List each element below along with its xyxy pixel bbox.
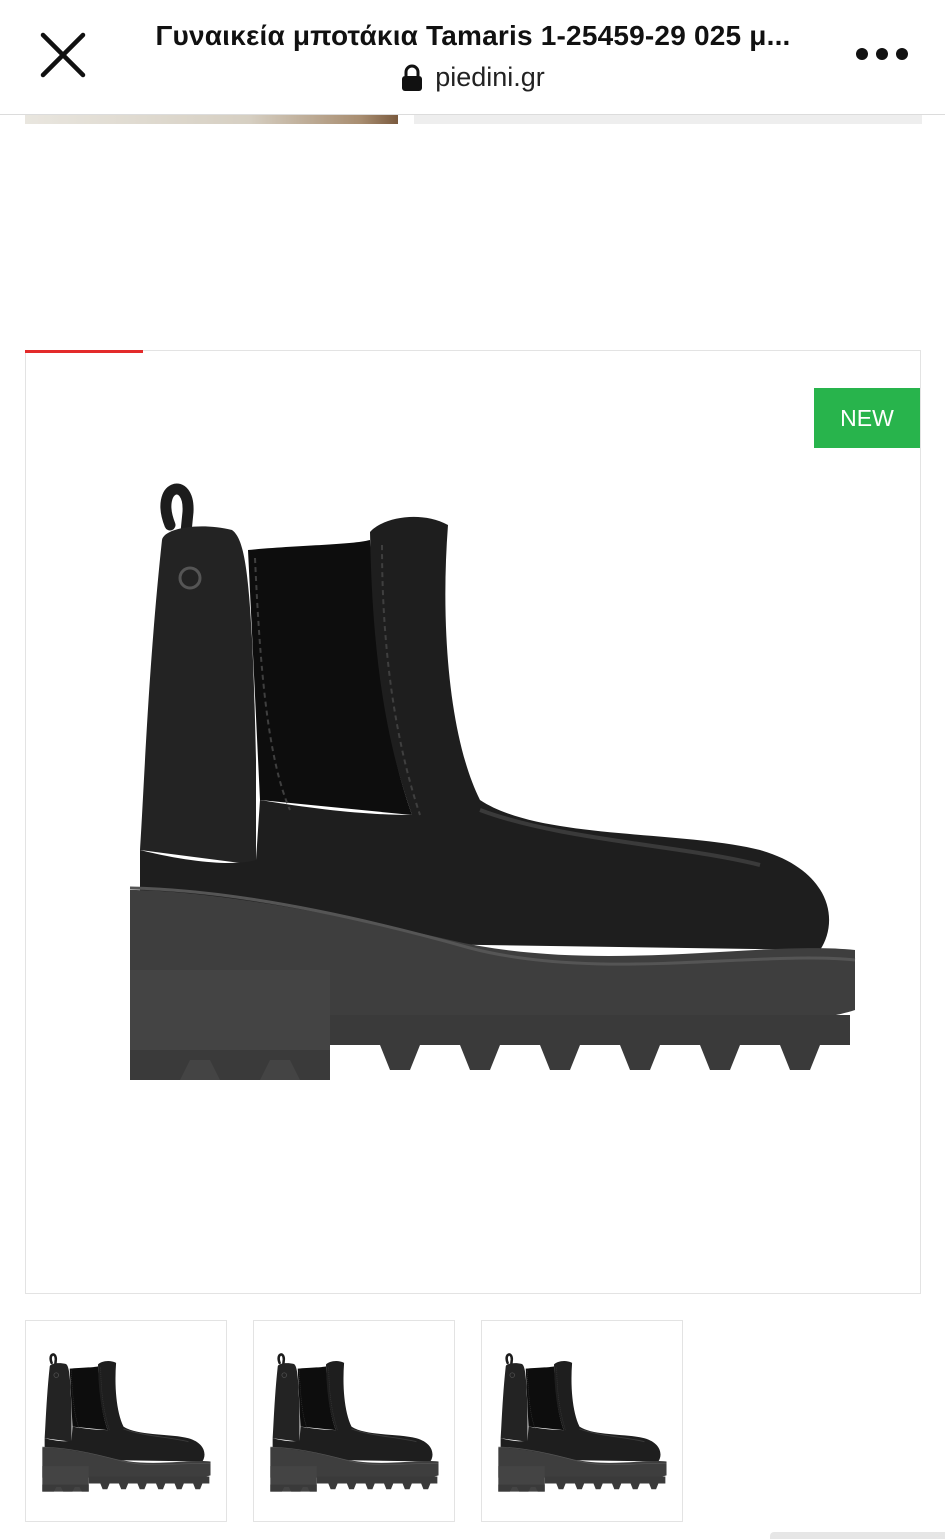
- thumbnail-image-2: [268, 1345, 442, 1499]
- close-icon: [40, 32, 86, 78]
- boot-image: [120, 470, 870, 1090]
- url-display[interactable]: piedini.gr: [108, 62, 838, 93]
- page-title: Γυναικεία μποτάκια Tamaris 1-25459-29 02…: [155, 20, 791, 51]
- main-product-image[interactable]: [120, 470, 870, 1090]
- product-thumbnail-3[interactable]: [481, 1320, 683, 1522]
- product-thumbnail-2[interactable]: [253, 1320, 455, 1522]
- active-tab-indicator: [25, 350, 143, 353]
- more-options-icon: [856, 48, 908, 60]
- lock-icon: [402, 64, 423, 91]
- close-button[interactable]: [36, 28, 90, 82]
- browser-header: Γυναικεία μποτάκια Tamaris 1-25459-29 02…: [0, 0, 945, 115]
- page-title-area: Γυναικεία μποτάκια Tamaris 1-25459-29 02…: [108, 0, 838, 114]
- more-options-button[interactable]: [852, 38, 914, 70]
- domain-text: piedini.gr: [435, 62, 545, 92]
- thumbnail-image-1: [40, 1345, 214, 1499]
- product-thumbnail-1[interactable]: [25, 1320, 227, 1522]
- new-badge: NEW: [814, 388, 920, 448]
- thumbnail-image-3: [496, 1345, 670, 1499]
- scroll-indicator: [770, 1532, 945, 1539]
